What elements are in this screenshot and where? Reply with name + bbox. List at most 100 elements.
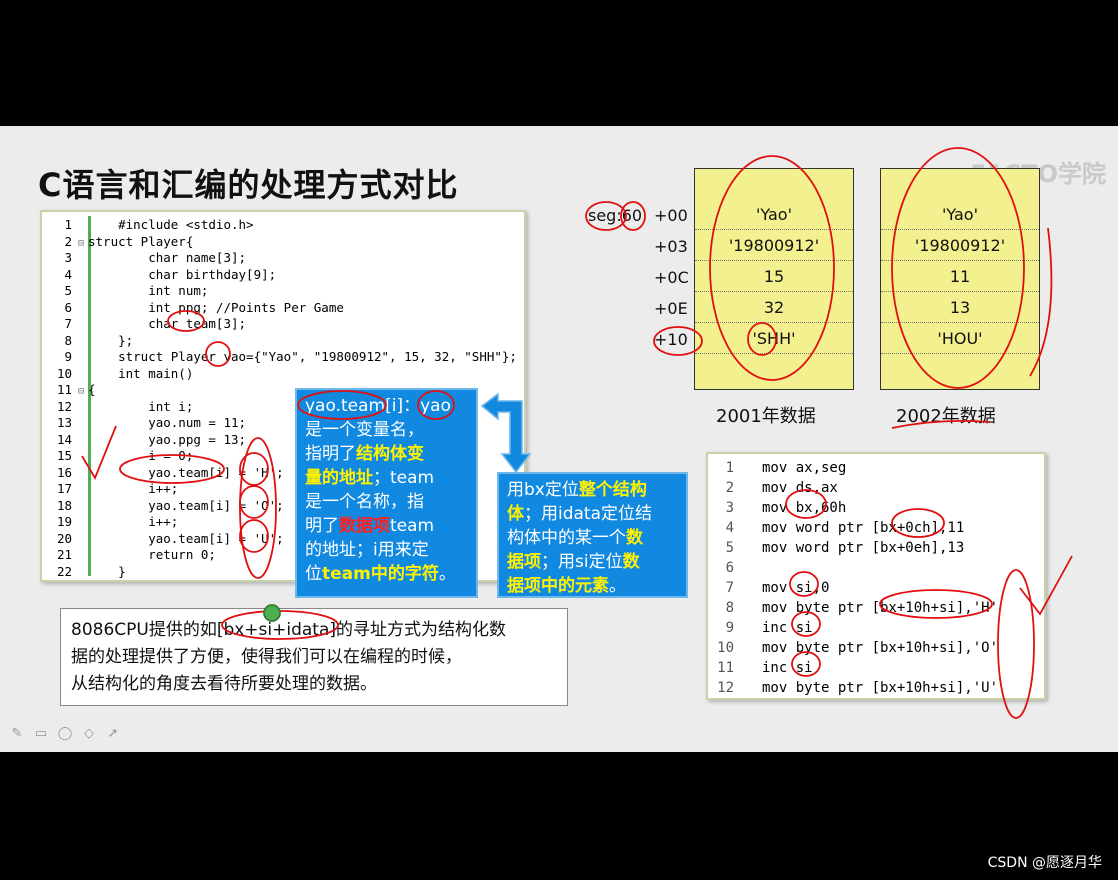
asm-line: 2 mov ds,ax (708, 480, 838, 500)
link-arrow-icon (480, 392, 532, 474)
asm-line: 11 inc si (708, 660, 813, 680)
code-text: return 0; (88, 547, 216, 562)
code-text: i++; (88, 481, 179, 496)
line-number: 3 (64, 250, 72, 265)
callout-text: 构体中的某一个 (507, 528, 626, 548)
code-text: i = 0; (88, 448, 194, 463)
callout-text: 是一个名称，指 (305, 492, 424, 512)
code-text: } (88, 563, 126, 579)
memory-cell: 'Yao' (695, 199, 853, 230)
asm-text: mov bx,60h (762, 500, 847, 516)
line-number: 4 (725, 520, 734, 536)
line-number: 12 (717, 680, 734, 696)
asm-text: mov word ptr [bx+0ch],11 (762, 520, 965, 536)
csdn-watermark: CSDN @愿逐月华 (987, 855, 1102, 871)
code-text: i++; (88, 514, 179, 529)
seg-label: seg:60 (588, 206, 643, 225)
line-number: 20 (56, 530, 72, 546)
line-number: 17 (56, 481, 72, 496)
code-line: 12 int i; (42, 399, 193, 416)
line-number: 19 (56, 514, 72, 529)
asm-line: 8 mov byte ptr [bx+10h+si],'H' (708, 600, 998, 620)
callout-highlight: 数 (622, 552, 640, 572)
asm-code-panel: 1 mov ax,seg 2 mov ds,ax 3 mov bx,60h 4 mov wor… (706, 452, 1046, 700)
code-text: char name[3]; (88, 250, 247, 265)
code-text: char team[3]; (88, 316, 247, 331)
callout-highlight: 量的地址 (305, 468, 373, 488)
callout-text: 是一个变量名， (305, 420, 424, 440)
memory-cell: '19800912' (881, 230, 1039, 261)
callout-highlight: 据项 (507, 552, 541, 572)
pointer-icon[interactable]: ➚ (104, 726, 122, 742)
code-line: 6 int ppg; //Points Per Game (42, 299, 343, 317)
line-number: 6 (725, 560, 734, 576)
code-line: 18 yao.team[i] = 'O'; (42, 498, 284, 515)
line-number: 6 (64, 299, 72, 315)
memory-cell: 32 (695, 292, 853, 323)
asm-line: 12 mov byte ptr [bx+10h+si],'U' (708, 680, 998, 700)
memory-cell: 'HOU' (881, 323, 1039, 354)
code-line: 16 yao.team[i] = 'H'; (42, 465, 284, 482)
callout-text: ；用idata定位结 (524, 504, 653, 524)
line-number: 14 (56, 431, 72, 447)
note-line: 据的处理提供了方便，使得我们可以在编程的时候， (71, 647, 462, 667)
memory-cell: '19800912' (695, 230, 853, 261)
code-line: 19 i++; (42, 514, 178, 531)
line-number: 4 (64, 266, 72, 282)
fold-icon[interactable]: ⊟ (78, 386, 88, 397)
callout-highlight: 数 (626, 528, 643, 548)
eraser-icon[interactable]: ◯ (56, 726, 74, 742)
asm-text: inc si (762, 620, 813, 636)
memory-cell: 13 (881, 292, 1039, 323)
asm-line: 9 inc si (708, 620, 813, 640)
callout-text: 的地址；i用来定 (305, 540, 429, 560)
code-text: int main() (88, 365, 194, 381)
code-text: yao.ppg = 13; (88, 431, 247, 447)
offset-label: +10 (654, 330, 688, 349)
code-line: 15 i = 0; (42, 448, 193, 465)
code-text: yao.team[i] = 'H'; (88, 464, 284, 480)
callout-text: 。 (609, 576, 626, 596)
line-number: 10 (56, 365, 72, 381)
code-line: 1 #include <stdio.h> (42, 217, 253, 234)
code-line: 9 struct Player yao={"Yao", "19800912", … (42, 349, 517, 366)
asm-line: 4 mov word ptr [bx+0ch],11 (708, 520, 965, 540)
code-line: 10 int main() (42, 366, 193, 383)
code-text: yao.team[i] = 'U'; (88, 530, 284, 546)
callout-highlight: 数据项 (339, 516, 390, 536)
note-line: 8086CPU提供的如[bx+si+idata]的寻址方式为结构化数 (71, 620, 507, 640)
memory-cell: 'SHH' (695, 323, 853, 354)
memory-cell: 15 (695, 261, 853, 292)
code-line: 4 char birthday[9]; (42, 267, 276, 284)
line-number: 7 (64, 316, 72, 331)
offset-label: +03 (654, 237, 688, 256)
line-number: 1 (725, 460, 734, 476)
line-number: 9 (64, 349, 72, 364)
code-line: 21 return 0; (42, 547, 216, 564)
code-text: int num; (88, 283, 209, 298)
line-number: 7 (725, 580, 734, 596)
memory-cell: 'Yao' (881, 199, 1039, 230)
code-text: char birthday[9]; (88, 266, 277, 282)
code-line: 17 i++; (42, 481, 178, 498)
callout-highlight: team中的字符 (322, 564, 439, 584)
line-number: 15 (56, 448, 72, 463)
asm-text: mov byte ptr [bx+10h+si],'H' (762, 600, 999, 616)
callout-text: ；team (373, 468, 435, 488)
line-number: 21 (56, 547, 72, 562)
board-icon[interactable]: ▭ (32, 726, 50, 742)
asm-text: mov ds,ax (762, 480, 838, 496)
code-line: 7 char team[3]; (42, 316, 246, 333)
highlighter-icon[interactable]: ◇ (80, 726, 98, 742)
pen-icon[interactable]: ✎ (8, 726, 26, 742)
line-number: 1 (64, 217, 72, 232)
asm-text: mov byte ptr [bx+10h+si],'O' (762, 640, 999, 656)
callout-text: 用bx定位 (507, 480, 579, 500)
code-text: { (88, 382, 96, 397)
line-number: 3 (725, 500, 734, 516)
line-number: 22 (56, 563, 72, 579)
asm-text: inc si (762, 660, 813, 676)
fold-icon[interactable]: ⊟ (78, 238, 88, 249)
callout-highlight: 体 (507, 504, 524, 524)
caption-2002: 2002年数据 (896, 406, 996, 427)
